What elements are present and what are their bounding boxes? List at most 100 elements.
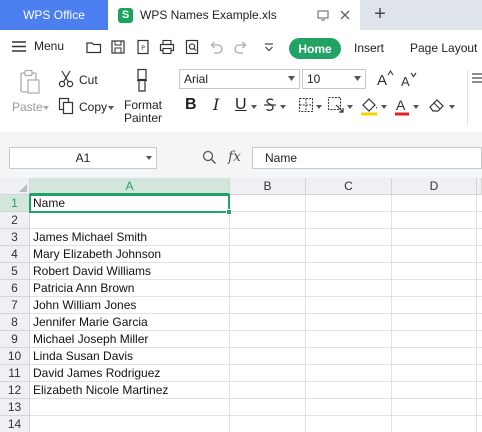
format-painter-button[interactable]: Format Painter bbox=[124, 99, 162, 125]
ribbon-divider bbox=[0, 132, 482, 140]
active-cell-selection bbox=[29, 194, 232, 215]
ribbon-tab-page-layout[interactable]: Page Layout bbox=[410, 41, 477, 55]
strikethrough-dropdown-icon[interactable] bbox=[280, 105, 286, 109]
insert-function-button[interactable]: fx bbox=[228, 149, 241, 165]
ribbon-home: Paste Cut Copy Format Painter Arial 10 A… bbox=[0, 64, 482, 132]
bold-button[interactable]: B bbox=[185, 96, 197, 114]
fill-color-icon[interactable] bbox=[360, 96, 378, 116]
format-painter-label-2: Painter bbox=[124, 111, 163, 125]
cell-a3[interactable]: James Michael Smith bbox=[30, 229, 229, 246]
cell-a6[interactable]: Patricia Ann Brown bbox=[30, 280, 229, 297]
strikethrough-icon[interactable] bbox=[262, 97, 278, 113]
row-header-12[interactable]: 12 bbox=[0, 382, 30, 399]
spreadsheet-grid: ABCD 123456789101112131415 NameJames Mic… bbox=[0, 178, 482, 432]
row-header-5[interactable]: 5 bbox=[0, 263, 30, 280]
borders-dropdown-icon[interactable] bbox=[316, 105, 322, 109]
paste-label: Paste bbox=[12, 100, 43, 114]
row-header-13[interactable]: 13 bbox=[0, 399, 30, 416]
font-color-icon[interactable]: A bbox=[394, 96, 410, 116]
tab-document-label: WPS Names Example.xls bbox=[140, 8, 277, 22]
name-box[interactable]: A1 bbox=[9, 147, 157, 169]
select-all-corner[interactable] bbox=[0, 178, 30, 195]
spreadsheet-icon bbox=[118, 7, 133, 23]
name-box-value: A1 bbox=[75, 151, 91, 165]
row-header-4[interactable]: 4 bbox=[0, 246, 30, 263]
print-preview-icon[interactable] bbox=[184, 39, 200, 55]
row-header-2[interactable]: 2 bbox=[0, 212, 30, 229]
redo-icon[interactable] bbox=[233, 39, 249, 55]
row-header-3[interactable]: 3 bbox=[0, 229, 30, 246]
cell-a14[interactable] bbox=[30, 416, 229, 432]
italic-button[interactable]: I bbox=[213, 96, 219, 114]
menu-button[interactable]: Menu bbox=[12, 39, 64, 53]
fill-handle[interactable] bbox=[226, 209, 232, 215]
row-header-14[interactable]: 14 bbox=[0, 416, 30, 432]
cell-a4[interactable]: Mary Elizabeth Johnson bbox=[30, 246, 229, 263]
cell-style-dropdown-icon[interactable] bbox=[347, 105, 353, 109]
align-lines-icon[interactable] bbox=[472, 72, 482, 84]
cell-a11[interactable]: David James Rodriguez bbox=[30, 365, 229, 382]
cell-a8[interactable]: Jennifer Marie Garcia bbox=[30, 314, 229, 331]
row-header-6[interactable]: 6 bbox=[0, 280, 30, 297]
font-name-value: Arial bbox=[184, 72, 209, 86]
column-header-a[interactable]: A bbox=[30, 178, 230, 195]
row-header-1[interactable]: 1 bbox=[0, 195, 30, 212]
ribbon-separator bbox=[467, 70, 468, 125]
decrease-font-size-icon[interactable]: A bbox=[400, 70, 418, 88]
restore-window-icon[interactable] bbox=[316, 8, 330, 22]
cell-a9[interactable]: Michael Joseph Miller bbox=[30, 331, 229, 348]
clear-dropdown-icon[interactable] bbox=[449, 105, 455, 109]
scissors-icon[interactable] bbox=[58, 70, 74, 88]
copy-button[interactable]: Copy bbox=[79, 100, 107, 114]
borders-icon[interactable] bbox=[298, 97, 314, 113]
column-header-d[interactable]: D bbox=[392, 178, 477, 195]
close-tab-icon[interactable] bbox=[338, 8, 352, 22]
export-pdf-icon[interactable]: P bbox=[135, 39, 151, 55]
paste-dropdown-icon[interactable] bbox=[43, 106, 49, 110]
ribbon-tab-home-label: Home bbox=[298, 41, 332, 56]
row-header-7[interactable]: 7 bbox=[0, 297, 30, 314]
tab-bar: WPS Office WPS Names Example.xls + bbox=[0, 0, 482, 30]
paste-button[interactable]: Paste bbox=[12, 100, 43, 114]
increase-font-size-icon[interactable]: A bbox=[376, 69, 394, 87]
customize-quick-access-icon[interactable] bbox=[261, 39, 277, 55]
copy-dropdown-icon[interactable] bbox=[108, 106, 114, 110]
zoom-icon[interactable] bbox=[202, 150, 217, 165]
formula-input[interactable]: Name bbox=[252, 147, 482, 169]
cell-a10[interactable]: Linda Susan Davis bbox=[30, 348, 229, 365]
row-header-8[interactable]: 8 bbox=[0, 314, 30, 331]
row-header-9[interactable]: 9 bbox=[0, 331, 30, 348]
row-header-11[interactable]: 11 bbox=[0, 365, 30, 382]
cell-a7[interactable]: John William Jones bbox=[30, 297, 229, 314]
fill-color-dropdown-icon[interactable] bbox=[381, 105, 387, 109]
font-color-dropdown-icon[interactable] bbox=[413, 105, 419, 109]
cell-a12[interactable]: Elizabeth Nicole Martinez bbox=[30, 382, 229, 399]
cell-style-icon[interactable] bbox=[327, 96, 345, 114]
undo-icon[interactable] bbox=[208, 39, 224, 55]
cut-button[interactable]: Cut bbox=[79, 73, 98, 87]
ribbon-tab-home[interactable]: Home bbox=[289, 38, 341, 59]
ribbon-tab-insert[interactable]: Insert bbox=[354, 41, 384, 55]
format-painter-icon[interactable] bbox=[134, 68, 150, 94]
row-header-10[interactable]: 10 bbox=[0, 348, 30, 365]
save-icon[interactable] bbox=[110, 39, 126, 55]
new-tab-button[interactable]: + bbox=[370, 4, 390, 24]
cell-a13[interactable] bbox=[30, 399, 229, 416]
paste-icon[interactable] bbox=[18, 69, 42, 95]
open-folder-icon[interactable] bbox=[86, 39, 102, 55]
underline-button[interactable]: U bbox=[235, 96, 247, 114]
column-header-c[interactable]: C bbox=[306, 178, 392, 195]
tab-document[interactable]: WPS Names Example.xls bbox=[108, 0, 360, 30]
font-name-select[interactable]: Arial bbox=[179, 69, 300, 89]
svg-text:P: P bbox=[141, 45, 145, 52]
font-size-select[interactable]: 10 bbox=[302, 69, 366, 89]
chevron-down-icon bbox=[146, 156, 152, 160]
copy-icon[interactable] bbox=[58, 97, 74, 115]
underline-dropdown-icon[interactable] bbox=[251, 105, 257, 109]
cell-a5[interactable]: Robert David Williams bbox=[30, 263, 229, 280]
tab-wps-office[interactable]: WPS Office bbox=[0, 0, 108, 30]
print-icon[interactable] bbox=[159, 39, 175, 55]
cell-a2[interactable] bbox=[30, 212, 229, 229]
column-header-b[interactable]: B bbox=[230, 178, 306, 195]
eraser-icon[interactable] bbox=[428, 97, 446, 113]
